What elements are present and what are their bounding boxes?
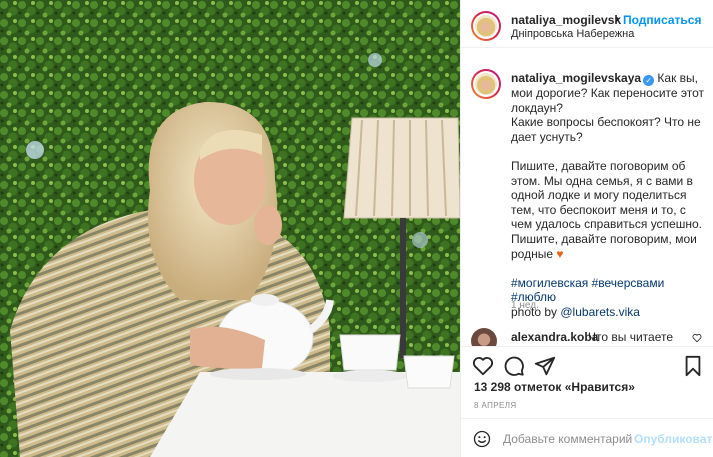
follow-button[interactable]: Подписаться [623, 13, 701, 27]
publish-button[interactable]: Опубликовать [634, 432, 713, 446]
heart-icon[interactable] [472, 355, 494, 377]
orange-heart-icon: ♥ [556, 246, 564, 261]
separator-dot: • [615, 12, 620, 26]
caption-hashtags[interactable]: #могилевская #вечерсвами #люблю [511, 276, 706, 305]
post-photo[interactable] [0, 0, 460, 457]
comment-icon[interactable] [503, 355, 525, 377]
commenter-avatar[interactable] [471, 328, 497, 346]
share-icon[interactable] [534, 355, 556, 377]
caption-block: nataliya_mogilevskaya ✓ Как вы, мои дорог… [461, 49, 713, 319]
caption-paragraph-3: Пишите, давайте поговорим об этом. Мы од… [511, 158, 702, 261]
post-photo-illustration [0, 0, 460, 457]
caption-paragraph-2: Какие вопросы беспокоят? Что не дает усн… [511, 115, 701, 144]
comment-input[interactable] [503, 429, 633, 449]
caption-text: nataliya_mogilevskaya ✓ Как вы, мои дорог… [511, 71, 706, 319]
caption-photo-credit: photo by @lubarets.vika [511, 305, 706, 319]
commenter-username[interactable]: alexandra.koba [511, 330, 598, 344]
caption-author-username[interactable]: nataliya_mogilevskaya [511, 71, 641, 85]
photographer-mention[interactable]: @lubarets.vika [560, 305, 640, 319]
verified-badge-icon: ✓ [643, 75, 655, 86]
comment-text: Что вы читаете [588, 330, 674, 344]
comment-row: alexandra.koba Что вы читаете [461, 320, 713, 346]
post-side-panel: nataliya_mogilevsk • Подписаться Дніпров… [460, 0, 713, 457]
post-actions-bar [461, 346, 713, 384]
location-link[interactable]: Дніпровська Набережна [511, 28, 634, 40]
post-header: nataliya_mogilevsk • Подписаться Дніпров… [461, 0, 713, 48]
author-username[interactable]: nataliya_mogilevsk [511, 13, 621, 27]
emoji-icon[interactable] [473, 430, 491, 448]
bookmark-icon[interactable] [683, 355, 703, 377]
caption-author-avatar[interactable] [471, 69, 501, 99]
caption-timestamp[interactable]: 1 нед. [511, 300, 539, 311]
post-date[interactable]: 8 АПРЕЛЯ [474, 401, 517, 410]
author-avatar[interactable] [471, 11, 501, 41]
comment-like-heart-icon[interactable] [692, 333, 702, 343]
likes-count[interactable]: 13 298 отметок «Нравится» [474, 380, 635, 394]
add-comment-bar: Опубликовать [461, 418, 713, 457]
instagram-post: nataliya_mogilevsk • Подписаться Дніпров… [0, 0, 713, 457]
